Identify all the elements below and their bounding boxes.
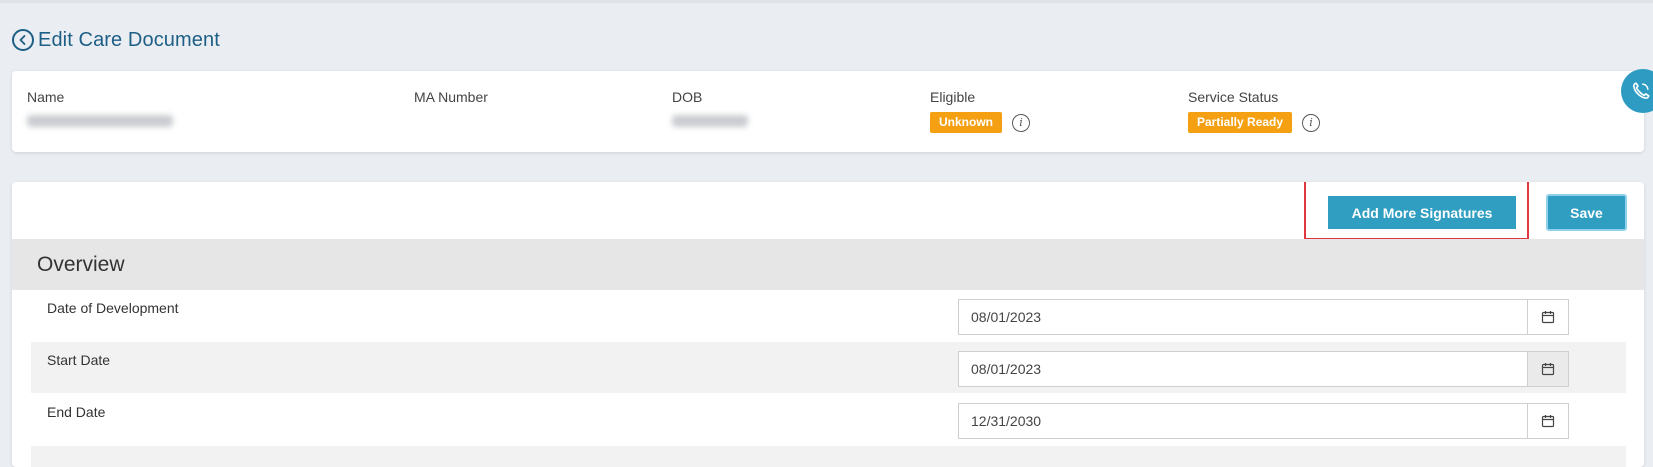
start-date-input[interactable] xyxy=(959,352,1519,386)
date-of-development-label: Date of Development xyxy=(47,300,179,316)
date-of-development-row: Date of Development xyxy=(31,290,1626,341)
start-date-label: Start Date xyxy=(47,352,111,368)
ma-number-label: MA Number xyxy=(414,89,488,105)
calendar-icon[interactable] xyxy=(1527,404,1568,438)
client-dob: DOB xyxy=(672,89,748,127)
eligible-info-icon[interactable]: i xyxy=(1012,113,1030,132)
start-date-row: Start Date xyxy=(31,342,1626,393)
client-service-status: Service Status Partially Ready i xyxy=(1188,89,1321,133)
start-date-field xyxy=(958,351,1569,387)
dob-value-redacted xyxy=(672,115,748,127)
client-ma-number: MA Number xyxy=(414,89,488,105)
next-row-partial xyxy=(31,446,1626,467)
top-border xyxy=(0,0,1653,3)
care-document-panel: Add More Signatures Save Overview Date o… xyxy=(12,182,1644,467)
name-value-redacted xyxy=(27,115,173,127)
date-of-development-input[interactable] xyxy=(959,300,1519,334)
add-more-signatures-button[interactable]: Add More Signatures xyxy=(1328,196,1516,229)
client-info-card: Name MA Number DOB Eligible Unknown i Se… xyxy=(12,71,1644,152)
eligible-status-badge: Unknown xyxy=(930,112,1002,133)
calendar-icon[interactable] xyxy=(1527,300,1568,334)
end-date-row: End Date xyxy=(31,394,1626,445)
end-date-field xyxy=(958,403,1569,439)
service-status-info-icon[interactable]: i xyxy=(1302,113,1321,132)
service-status-badge: Partially Ready xyxy=(1188,112,1293,133)
end-date-input[interactable] xyxy=(959,404,1519,438)
page-header: Edit Care Document xyxy=(12,26,220,54)
calendar-icon[interactable] xyxy=(1527,352,1568,386)
overview-title: Overview xyxy=(37,252,125,276)
service-status-label: Service Status xyxy=(1188,89,1279,105)
client-eligible: Eligible Unknown i xyxy=(930,89,1030,133)
client-name: Name xyxy=(27,89,173,127)
save-button[interactable]: Save xyxy=(1546,194,1627,231)
end-date-label: End Date xyxy=(47,404,106,420)
page-title: Edit Care Document xyxy=(38,28,220,51)
date-of-development-field xyxy=(958,299,1569,335)
overview-section-header: Overview xyxy=(12,239,1644,290)
dob-label: DOB xyxy=(672,89,703,105)
name-label: Name xyxy=(27,89,65,105)
back-icon[interactable] xyxy=(12,29,34,51)
eligible-label: Eligible xyxy=(930,89,976,105)
